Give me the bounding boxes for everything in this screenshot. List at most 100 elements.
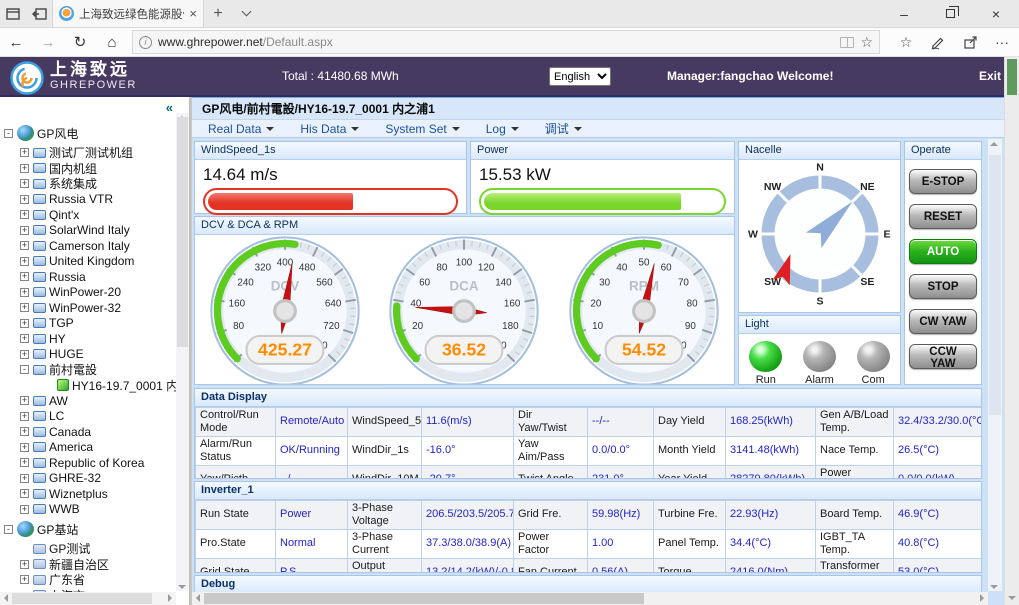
plus-expander-icon[interactable]: + [20,334,29,343]
stop-button[interactable]: STOP [909,274,977,299]
more-options-icon[interactable]: ··· [986,34,1018,51]
plus-expander-icon[interactable]: + [20,303,29,312]
set-tabs-aside-icon[interactable] [0,0,26,27]
plus-expander-icon[interactable]: + [20,179,29,188]
plus-expander-icon[interactable]: + [20,257,29,266]
maximize-button[interactable] [927,0,973,27]
tree-item[interactable]: +Qint'x [2,207,174,223]
plus-expander-icon[interactable]: + [20,412,29,421]
plus-expander-icon[interactable]: + [20,272,29,281]
share-icon[interactable] [954,34,986,51]
plus-expander-icon[interactable]: + [20,319,29,328]
tree-item[interactable]: +TGP [2,316,174,332]
tree-item[interactable]: +Camerson Italy [2,238,174,254]
menu-调试[interactable]: 调试 [545,120,582,137]
tree-item[interactable]: +GHRE-32 [2,471,174,487]
plus-expander-icon[interactable]: + [20,210,29,219]
scrollbar-thumb[interactable] [177,117,188,347]
tree-item[interactable]: +国内机组 [2,161,174,177]
back-button[interactable]: ← [0,34,32,51]
close-button[interactable]: × [973,0,1019,27]
plus-expander-icon[interactable]: + [20,288,29,297]
tree-item[interactable]: HY16-19.7_0001 内之 [2,378,174,394]
plus-expander-icon[interactable]: + [20,396,29,405]
tree-item[interactable]: +Canada [2,424,174,440]
plus-expander-icon[interactable]: + [20,560,29,569]
plus-expander-icon[interactable]: + [20,148,29,157]
web-note-pen-icon[interactable] [922,34,954,51]
cw-yaw-button[interactable]: CW YAW [909,309,977,334]
plus-expander-icon[interactable]: + [20,443,29,452]
tree-item[interactable]: +新疆自治区 [2,557,174,573]
tree-item[interactable]: +SolarWind Italy [2,223,174,239]
tree-item[interactable]: -GP风电 [2,121,174,145]
tree-item[interactable]: +America [2,440,174,456]
plus-expander-icon[interactable]: + [20,474,29,483]
plus-expander-icon[interactable]: + [20,350,29,359]
tree-item[interactable]: +Russia [2,269,174,285]
tree-item[interactable]: +HUGE [2,347,174,363]
restore-tabs-icon[interactable] [26,0,52,27]
exit-link[interactable]: Exit [979,69,1001,83]
tab-preview-chevron-icon[interactable] [232,0,260,27]
site-info-icon[interactable]: i [139,36,152,49]
favorites-hub-icon[interactable]: ☆ [890,34,922,51]
plus-expander-icon[interactable]: + [20,241,29,250]
minus-expander-icon[interactable]: - [4,525,13,534]
plus-expander-icon[interactable]: + [20,458,29,467]
scrollbar-thumb[interactable] [12,593,152,604]
tree-item[interactable]: +广东省 [2,572,174,588]
tree-item[interactable]: GP测试 [2,541,174,557]
tree-item[interactable]: -GP基站 [2,517,174,541]
tree-item[interactable]: +WWB [2,502,174,518]
menu-real-data[interactable]: Real Data [208,122,274,136]
tree-item[interactable]: +AW [2,393,174,409]
tree-item[interactable]: +LC [2,409,174,425]
tree-item[interactable]: -前村電設 [2,362,174,378]
home-button[interactable]: ⌂ [96,34,128,51]
scrollbar-thumb[interactable] [204,593,644,604]
menu-log[interactable]: Log [486,122,519,136]
tree-item[interactable]: +系统集成 [2,176,174,192]
address-bar[interactable]: i www.ghrepower.net/Default.aspx ☆ [132,30,880,54]
new-tab-button[interactable]: + [204,0,232,27]
plus-expander-icon[interactable]: + [20,195,29,204]
plus-expander-icon[interactable]: + [20,164,29,173]
scrollbar-thumb[interactable] [1007,59,1017,95]
reading-view-icon[interactable] [840,37,854,48]
sidebar-horizontal-scrollbar[interactable] [0,592,176,605]
plus-expander-icon[interactable]: + [20,575,29,584]
minimize-button[interactable]: – [881,0,927,27]
tree-item[interactable]: +测试厂测试机组 [2,145,174,161]
tree-item[interactable]: +Russia VTR [2,192,174,208]
menu-his-data[interactable]: His Data [300,122,359,136]
tree-item[interactable]: +United Kingdom [2,254,174,270]
plus-expander-icon[interactable]: + [20,489,29,498]
menu-system-set[interactable]: System Set [385,122,459,136]
tree-item[interactable]: +Republic of Korea [2,455,174,471]
tree-item[interactable]: +WinPower-32 [2,300,174,316]
tab-close-icon[interactable]: × [189,6,197,21]
ccw-yaw-button[interactable]: CCW YAW [909,344,977,369]
language-select[interactable]: English [549,67,611,86]
auto-button[interactable]: AUTO [909,239,977,264]
content-vertical-scrollbar[interactable] [988,139,1002,591]
refresh-button[interactable]: ↻ [64,33,96,51]
content-horizontal-scrollbar[interactable] [192,592,988,605]
plus-expander-icon[interactable]: + [20,226,29,235]
plus-expander-icon[interactable]: + [20,427,29,436]
plus-expander-icon[interactable]: + [20,505,29,514]
page-vertical-scrollbar[interactable] [1004,57,1019,605]
tree-item[interactable]: +HY [2,331,174,347]
browser-tab[interactable]: 上海致远绿色能源股份有 × [52,0,204,27]
add-favorite-star-icon[interactable]: ☆ [860,34,873,51]
sidebar-vertical-scrollbar[interactable] [176,113,189,591]
forward-button[interactable]: → [32,34,64,51]
scrollbar-thumb[interactable] [989,155,1001,415]
reset-button[interactable]: RESET [909,204,977,229]
minus-expander-icon[interactable]: - [4,129,13,138]
minus-expander-icon[interactable]: - [20,365,29,374]
e-stop-button[interactable]: E-STOP [909,169,977,194]
sidebar-collapse-button[interactable]: « [166,100,173,115]
tree-item[interactable]: +WinPower-20 [2,285,174,301]
